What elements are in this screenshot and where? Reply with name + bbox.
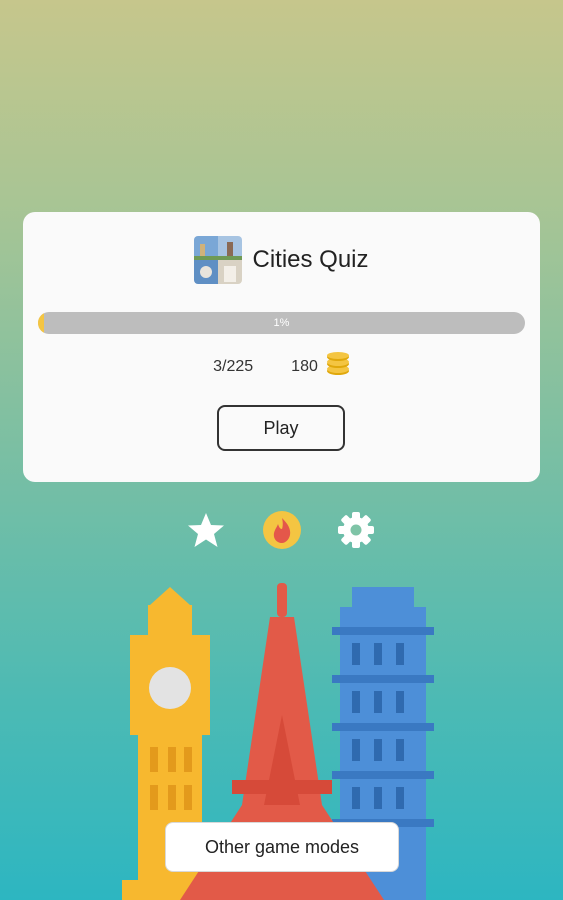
- quiz-header: Cities Quiz: [23, 236, 540, 284]
- quiz-stats: 3/225 180: [23, 352, 540, 381]
- other-game-modes-button[interactable]: Other game modes: [165, 822, 399, 872]
- star-icon[interactable]: [186, 510, 226, 550]
- quiz-thumbnail: [194, 236, 243, 284]
- action-icons: [0, 510, 563, 550]
- progress-bar: 1%: [38, 312, 525, 334]
- coin-count: 180: [291, 357, 318, 375]
- fire-icon[interactable]: [262, 510, 302, 550]
- answered-count: 3/225: [213, 357, 254, 375]
- progress-label: 1%: [273, 317, 290, 329]
- play-button[interactable]: Play: [217, 405, 345, 451]
- app-screen: Cities Quiz 1% 3/225 180 Play Other game…: [0, 0, 563, 900]
- quiz-card: Cities Quiz 1% 3/225 180 Play: [23, 212, 540, 482]
- coin-stack-icon: [326, 352, 350, 381]
- gear-icon[interactable]: [336, 510, 376, 550]
- quiz-title: Cities Quiz: [252, 246, 369, 273]
